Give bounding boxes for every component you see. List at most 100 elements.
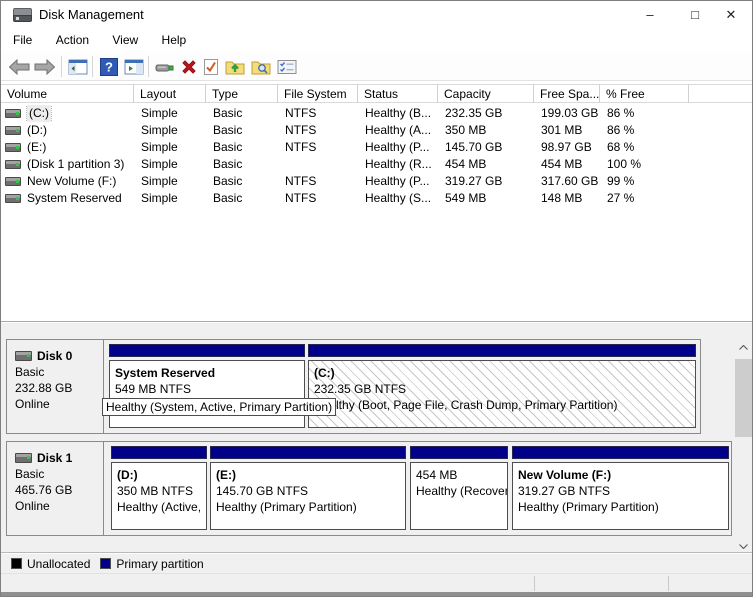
disk-icon [15, 351, 32, 361]
disk-1-row: Disk 1 Basic 465.76 GB Online (D:) 350 M… [6, 441, 732, 536]
menu-bar: File Action View Help [1, 29, 752, 52]
volume-pct-free: 99 % [607, 174, 635, 188]
unallocated-swatch [11, 558, 22, 569]
col-header-file-system[interactable]: File System [278, 85, 358, 103]
volume-capacity: 350 MB [445, 123, 487, 137]
partition-name: System Reserved [115, 366, 216, 380]
volume-layout: Simple [141, 174, 178, 188]
volume-layout: Simple [141, 157, 178, 171]
volume-pct-free: 86 % [607, 106, 635, 120]
maximize-button[interactable]: □ [678, 1, 712, 29]
disk-0-label[interactable]: Disk 0 Basic 232.88 GB Online [7, 340, 104, 433]
table-row[interactable]: (Disk 1 partition 3) Simple Basic Health… [1, 156, 752, 173]
col-header-capacity[interactable]: Capacity [438, 85, 534, 103]
help-icon[interactable]: ? [97, 55, 121, 78]
volume-capacity: 232.35 GB [445, 106, 503, 120]
partition-info: 319.27 GB NTFS [518, 484, 611, 498]
disk-management-window: Disk Management – □ ✕ File Action View H… [0, 0, 753, 597]
volume-free: 301 MB [541, 123, 583, 137]
partition-name: (D:) [117, 468, 138, 482]
properties-icon[interactable] [275, 55, 299, 78]
disk-0-row: Disk 0 Basic 232.88 GB Online System Res… [6, 339, 701, 434]
title-bar: Disk Management – □ ✕ [1, 1, 752, 29]
partition-info: 549 MB NTFS [115, 382, 192, 396]
table-row[interactable]: New Volume (F:) Simple Basic NTFS Health… [1, 173, 752, 190]
volume-icon [5, 126, 21, 135]
partition-status: Healthy (Primary Partition) [518, 500, 659, 514]
open-icon[interactable] [223, 55, 247, 78]
table-row[interactable]: (E:) Simple Basic NTFS Healthy (P... 145… [1, 139, 752, 156]
disk-graphical-view: Disk 0 Basic 232.88 GB Online System Res… [1, 321, 752, 596]
col-header-layout[interactable]: Layout [134, 85, 206, 103]
volume-list: Volume Layout Type File System Status Ca… [1, 84, 752, 321]
volume-icon [5, 160, 21, 169]
partition-e[interactable]: (E:) 145.70 GB NTFS Healthy (Primary Par… [210, 446, 406, 530]
partition-type-bar [512, 446, 729, 459]
partition-type-bar [111, 446, 207, 459]
partition-name: (E:) [216, 468, 236, 482]
disk-1-label[interactable]: Disk 1 Basic 465.76 GB Online [7, 442, 104, 535]
partition-c[interactable]: (C:) 232.35 GB NTFS Healthy (Boot, Page … [308, 344, 696, 428]
table-row[interactable]: System Reserved Simple Basic NTFS Health… [1, 190, 752, 207]
vertical-scrollbar[interactable] [735, 339, 752, 555]
disk-size: 465.76 GB [15, 483, 73, 497]
volume-capacity: 549 MB [445, 191, 487, 205]
disk-kind: Basic [15, 467, 45, 481]
volume-name: (D:) [27, 123, 47, 137]
scroll-up-icon[interactable] [735, 339, 752, 356]
minimize-button[interactable]: – [633, 1, 667, 29]
menu-view[interactable]: View [102, 29, 148, 52]
volume-fs: NTFS [285, 106, 317, 120]
device-icon[interactable] [153, 55, 177, 78]
volume-icon [5, 109, 21, 118]
partition-type-bar [410, 446, 508, 459]
menu-action[interactable]: Action [46, 29, 99, 52]
back-icon[interactable] [7, 55, 31, 78]
partition-status: Healthy (Recover [416, 484, 508, 498]
volume-free: 148 MB [541, 191, 583, 205]
col-header-free-space[interactable]: Free Spa... [534, 85, 600, 103]
volume-type: Basic [213, 106, 243, 120]
volume-icon [5, 177, 21, 186]
col-header-pct-free[interactable]: % Free [600, 85, 689, 103]
volume-pct-free: 100 % [607, 157, 642, 171]
volume-list-header: Volume Layout Type File System Status Ca… [1, 84, 752, 103]
volume-type: Basic [213, 123, 243, 137]
partition-type-bar [308, 344, 696, 357]
volume-fs: NTFS [285, 123, 317, 137]
partition-recovery[interactable]: 454 MB Healthy (Recover [410, 446, 508, 530]
volume-capacity: 319.27 GB [445, 174, 503, 188]
volume-capacity: 145.70 GB [445, 140, 503, 154]
close-button[interactable]: ✕ [714, 1, 748, 29]
scrollbar-thumb[interactable] [735, 359, 752, 437]
table-row[interactable]: (D:) Simple Basic NTFS Healthy (A... 350… [1, 122, 752, 139]
status-bar-divider [668, 576, 669, 591]
toolbar-separator [92, 56, 93, 77]
show-action-pane-icon[interactable] [122, 55, 146, 78]
col-header-volume[interactable]: Volume [1, 85, 134, 103]
forward-icon[interactable] [33, 55, 57, 78]
volume-fs [278, 156, 358, 173]
partition-d[interactable]: (D:) 350 MB NTFS Healthy (Active, [111, 446, 207, 530]
volume-fs: NTFS [285, 191, 317, 205]
partition-status: Healthy (Boot, Page File, Crash Dump, Pr… [314, 398, 618, 412]
col-header-type[interactable]: Type [206, 85, 278, 103]
menu-help[interactable]: Help [152, 29, 197, 52]
volume-layout: Simple [141, 140, 178, 154]
col-header-status[interactable]: Status [358, 85, 438, 103]
menu-file[interactable]: File [3, 29, 42, 52]
window-title: Disk Management [39, 7, 144, 22]
disk-state: Online [15, 499, 50, 513]
volume-status: Healthy (B... [365, 106, 432, 120]
show-console-tree-icon[interactable] [66, 55, 90, 78]
volume-status: Healthy (R... [365, 157, 432, 171]
explore-icon[interactable] [249, 55, 273, 78]
volume-capacity: 454 MB [445, 157, 487, 171]
delete-volume-icon[interactable] [177, 55, 201, 78]
volume-layout: Simple [141, 123, 178, 137]
table-row[interactable]: (C:) Simple Basic NTFS Healthy (B... 232… [1, 105, 752, 122]
mark-partition-icon[interactable] [199, 55, 223, 78]
legend-label: Unallocated [27, 556, 91, 571]
partition-f[interactable]: New Volume (F:) 319.27 GB NTFS Healthy (… [512, 446, 729, 530]
legend-bar: Unallocated Primary partition [1, 553, 752, 573]
